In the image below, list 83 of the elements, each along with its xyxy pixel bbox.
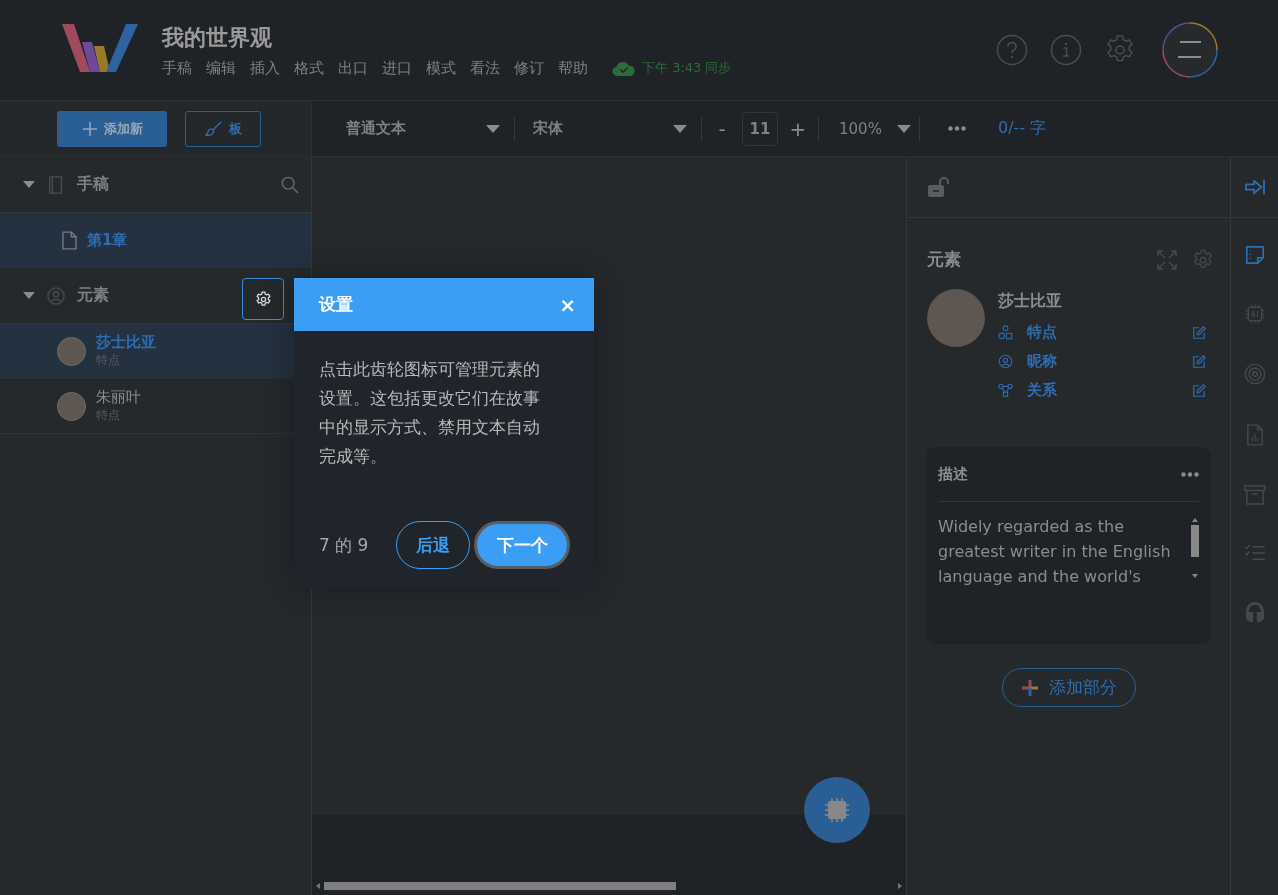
element-settings-button[interactable] (242, 278, 284, 320)
more-icon[interactable] (948, 126, 966, 131)
section-title[interactable]: 手稿 (77, 174, 109, 195)
scrollbar-thumb[interactable] (324, 882, 676, 890)
collapse-caret-icon[interactable] (23, 291, 35, 300)
character-name: 莎士比亚 (998, 291, 1063, 312)
info-icon[interactable] (1050, 34, 1082, 66)
menu-item[interactable]: 插入 (250, 58, 280, 78)
menu-item[interactable]: 手稿 (162, 58, 192, 78)
menu-item[interactable]: 进口 (382, 58, 412, 78)
app-title: 我的世界观 (162, 23, 273, 52)
menu-item[interactable]: 修订 (514, 58, 544, 78)
scroll-right-icon[interactable] (898, 883, 902, 889)
vertical-scrollbar[interactable] (1191, 518, 1199, 578)
plus-icon (1020, 678, 1039, 697)
board-button[interactable]: 板 (185, 110, 261, 147)
menu-item[interactable]: 模式 (426, 58, 456, 78)
relations-icon (998, 383, 1013, 398)
unlock-icon[interactable] (927, 176, 951, 198)
menu-item[interactable]: 帮助 (558, 58, 588, 78)
scroll-left-icon[interactable] (316, 883, 320, 889)
caret-icon (897, 124, 911, 133)
edit-icon[interactable] (1192, 325, 1206, 340)
note-icon[interactable] (1244, 245, 1265, 265)
archive-icon[interactable] (1243, 485, 1266, 505)
next-button[interactable]: 下一个 (474, 521, 571, 569)
caret-icon (486, 124, 500, 133)
popover-text: 点击此齿轮图标可管理元素的设置。这包括更改它们在故事中的显示方式、禁用文本自动完成等。 (318, 358, 541, 468)
decrease-size-button[interactable]: - (702, 116, 742, 141)
menu-item[interactable]: 编辑 (206, 58, 236, 78)
menu-item[interactable]: 格式 (294, 58, 324, 78)
font-dropdown[interactable]: 宋体 (515, 119, 701, 138)
font-size-field[interactable]: 11 (742, 111, 778, 146)
sync-status: 下午 3:43 同步 (642, 59, 732, 77)
close-button[interactable]: × (559, 292, 576, 317)
zoom-dropdown[interactable]: 100% (819, 119, 919, 138)
target-icon[interactable] (1243, 363, 1266, 385)
caret-icon (673, 124, 687, 133)
ai-chip-icon (824, 797, 850, 823)
checklist-icon[interactable] (1243, 544, 1266, 562)
avatar-placeholder (57, 336, 86, 366)
more-icon[interactable] (1181, 471, 1199, 477)
collapse-panel-icon[interactable] (1243, 178, 1266, 196)
section-title[interactable]: 元素 (77, 285, 109, 306)
settings-icon (254, 290, 272, 308)
horizontal-scrollbar[interactable] (316, 881, 902, 891)
cloud-check-icon (612, 59, 636, 77)
settings-icon[interactable] (1192, 248, 1214, 271)
avatar-placeholder (57, 391, 86, 421)
traits-icon (998, 325, 1013, 340)
field-link[interactable]: 关系 (1027, 381, 1057, 400)
edit-icon[interactable] (1192, 354, 1206, 369)
ai-chip-icon[interactable] (1244, 304, 1265, 324)
expand-icon[interactable] (1156, 248, 1178, 271)
book-icon (47, 175, 65, 194)
document-icon (62, 230, 77, 250)
description-title: 描述 (938, 464, 968, 484)
edit-icon[interactable] (1192, 383, 1206, 398)
nickname-icon (998, 354, 1013, 369)
sidebar-item[interactable]: 第1章 (0, 213, 311, 268)
menu-icon[interactable] (1162, 22, 1218, 78)
panel-title: 元素 (927, 248, 961, 271)
field-link[interactable]: 特点 (1027, 323, 1057, 342)
logo-icon (60, 22, 140, 74)
word-count: 0/-- 字 (998, 118, 1047, 139)
add-new-button[interactable]: 添加新 (57, 110, 167, 147)
scroll-down-icon[interactable] (1192, 574, 1198, 578)
scroll-up-icon[interactable] (1192, 518, 1198, 522)
description-text[interactable]: Widely regarded as the greatest writer in the English language and the world's (938, 514, 1191, 589)
menu-item[interactable]: 出口 (338, 58, 368, 78)
menu-item[interactable]: 看法 (470, 58, 500, 78)
file-chart-icon[interactable] (1245, 424, 1264, 446)
person-icon (47, 286, 65, 305)
plus-icon (81, 120, 98, 137)
increase-size-button[interactable]: + (778, 116, 818, 141)
search-icon[interactable] (281, 175, 299, 194)
brush-icon (204, 119, 223, 138)
collapse-caret-icon[interactable] (23, 180, 35, 189)
style-dropdown[interactable]: 普通文本 (346, 119, 514, 138)
help-icon[interactable] (996, 34, 1028, 66)
popover-title: 设置 (319, 293, 353, 316)
step-count-text: 7 的 9 (319, 533, 369, 557)
field-link[interactable]: 昵称 (1027, 352, 1057, 371)
